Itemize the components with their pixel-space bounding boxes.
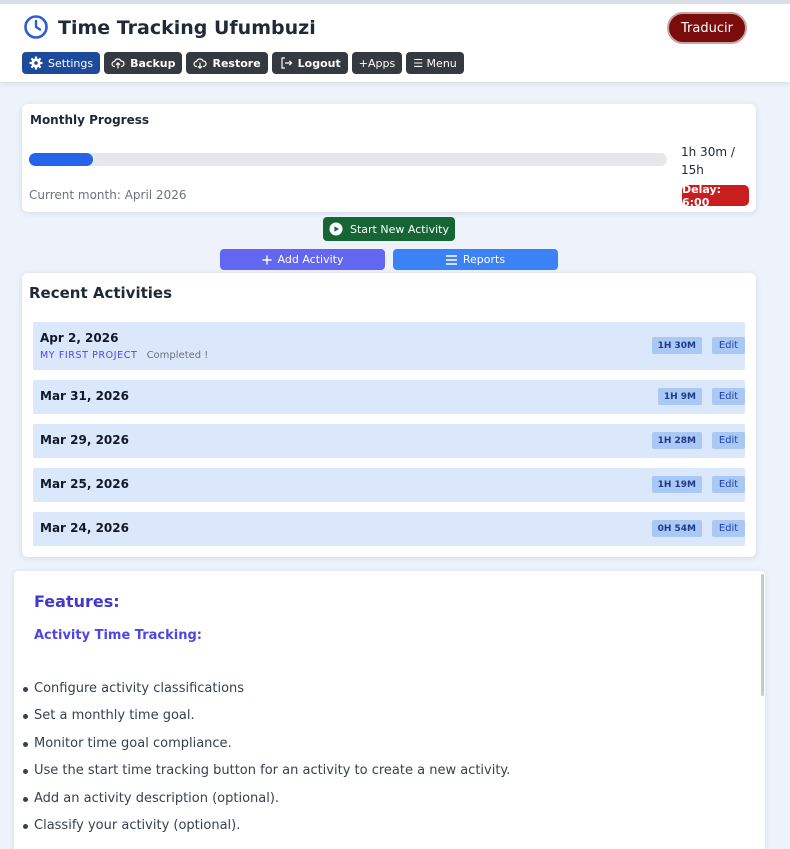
activity-date: Mar 25, 2026 (40, 477, 129, 491)
feature-item: Set a monthly time goal. (22, 708, 510, 735)
duration-badge: 1H 28M (651, 432, 702, 449)
logout-label: Logout (297, 56, 341, 70)
activity-list: Apr 2, 2026 MY FIRST PROJECT Completed !… (33, 322, 745, 556)
activity-actions: 1H 19M Edit (651, 476, 745, 493)
clock-icon (24, 15, 48, 39)
gear-icon (29, 56, 43, 70)
apps-button[interactable]: +Apps (351, 52, 403, 74)
monthly-progress-card: Monthly Progress Current month: April 20… (22, 104, 756, 212)
activity-actions: 0H 54M Edit (651, 520, 745, 537)
progress-bar-fill (29, 153, 93, 166)
progress-bar (29, 153, 667, 166)
restore-label: Restore (212, 56, 261, 70)
settings-label: Settings (48, 56, 94, 70)
app-header: Time Tracking Ufumbuzi Traducir Settings (0, 4, 790, 83)
activity-date: Mar 29, 2026 (40, 433, 129, 447)
feature-item: Classify your activity (optional). (22, 818, 510, 845)
current-month-label: Current month: April 2026 (29, 188, 187, 202)
duration-badge: 1H 19M (651, 476, 702, 493)
activity-meta: MY FIRST PROJECT Completed ! (40, 350, 208, 361)
features-panel: Features: Activity Time Tracking: Config… (14, 571, 765, 849)
features-subtitle: Activity Time Tracking: (34, 628, 202, 643)
activity-row[interactable]: Mar 25, 2026 1H 19M Edit (33, 468, 745, 502)
reports-button[interactable]: Reports (393, 249, 558, 270)
list-icon (445, 254, 457, 265)
app-title: Time Tracking Ufumbuzi (58, 17, 316, 39)
play-icon (329, 222, 343, 236)
recent-activities-card: Recent Activities Apr 2, 2026 MY FIRST P… (22, 273, 756, 557)
features-list: Configure activity classifications Set a… (22, 681, 510, 845)
edit-button[interactable]: Edit (712, 432, 745, 449)
backup-label: Backup (130, 56, 176, 70)
duration-badge: 0H 54M (651, 520, 702, 537)
progress-title: Monthly Progress (30, 113, 150, 127)
plus-icon (262, 255, 272, 264)
activity-row[interactable]: Mar 24, 2026 0H 54M Edit (33, 512, 745, 546)
edit-button[interactable]: Edit (712, 520, 745, 537)
activity-row[interactable]: Mar 29, 2026 1H 28M Edit (33, 424, 745, 458)
activity-actions: 1H 30M Edit (651, 337, 745, 354)
activity-date: Apr 2, 2026 (40, 331, 119, 345)
activity-date: Mar 24, 2026 (40, 521, 129, 535)
menu-button[interactable]: ☰ Menu (406, 52, 464, 74)
activity-actions: 1H 28M Edit (651, 432, 745, 449)
activity-row[interactable]: Apr 2, 2026 MY FIRST PROJECT Completed !… (33, 322, 745, 370)
settings-button[interactable]: Settings (22, 52, 101, 74)
activity-actions: 1H 9M Edit (657, 388, 745, 405)
restore-button[interactable]: Restore (186, 52, 268, 74)
activity-project: MY FIRST PROJECT (40, 350, 138, 361)
add-activity-label: Add Activity (277, 253, 344, 266)
start-new-activity-label: Start New Activity (350, 222, 449, 236)
features-title: Features: (34, 592, 120, 611)
delay-badge: Delay: 6:00 (682, 183, 749, 209)
feature-item: Monitor time goal compliance. (22, 736, 510, 763)
toolbar: Settings Backup Restore Logout +Apps ☰ M… (22, 52, 464, 74)
add-activity-button[interactable]: Add Activity (220, 249, 385, 270)
start-new-activity-button[interactable]: Start New Activity (323, 217, 455, 241)
feature-item: Configure activity classifications (22, 681, 510, 708)
reports-label: Reports (462, 253, 506, 266)
edit-button[interactable]: Edit (712, 476, 745, 493)
cloud-upload-icon (111, 58, 125, 69)
feature-item: Use the start time tracking button for a… (22, 763, 510, 790)
scrollbar[interactable] (761, 574, 764, 696)
activity-row[interactable]: Mar 31, 2026 1H 9M Edit (33, 380, 745, 414)
edit-button[interactable]: Edit (712, 388, 745, 405)
cloud-download-icon (193, 58, 208, 70)
duration-badge: 1H 9M (657, 388, 702, 405)
feature-item: Add an activity description (optional). (22, 791, 510, 818)
activity-date: Mar 31, 2026 (40, 389, 129, 403)
progress-amount: 1h 30m / 15h (681, 145, 735, 177)
recent-activities-title: Recent Activities (29, 284, 173, 302)
translate-button[interactable]: Traducir (667, 12, 747, 44)
backup-button[interactable]: Backup (104, 52, 183, 74)
duration-badge: 1H 30M (651, 337, 702, 354)
logout-icon (281, 57, 293, 69)
edit-button[interactable]: Edit (712, 337, 745, 354)
logout-button[interactable]: Logout (271, 52, 348, 74)
activity-note: Completed ! (146, 350, 209, 361)
